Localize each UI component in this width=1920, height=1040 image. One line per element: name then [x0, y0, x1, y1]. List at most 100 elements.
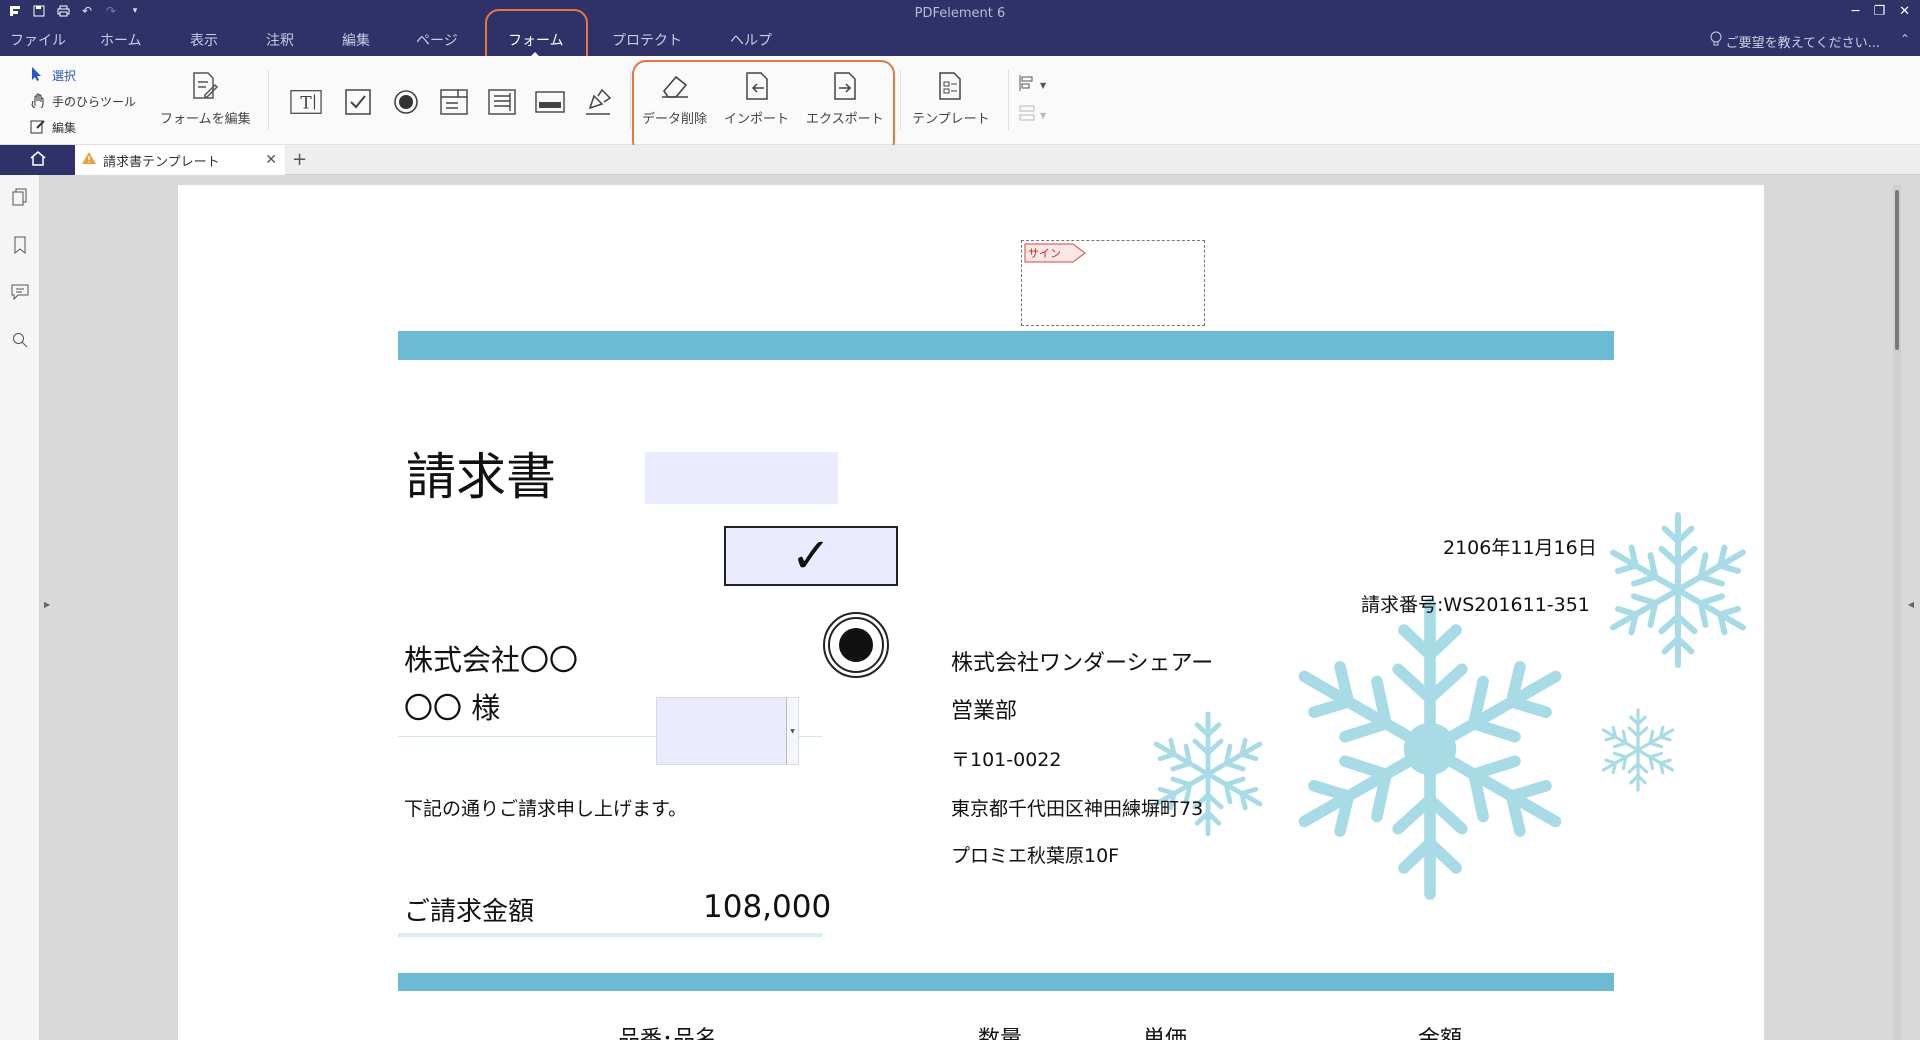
clear-data-label: データ削除	[642, 112, 708, 127]
distribute-icon	[1018, 104, 1036, 126]
menu-comment[interactable]: 注釈	[266, 30, 294, 56]
menu-edit[interactable]: 編集	[342, 30, 370, 56]
combo-box-field[interactable]: ▼	[656, 697, 799, 765]
select-tool[interactable]: 選択	[30, 66, 76, 85]
minimize-icon[interactable]: ─	[1852, 4, 1860, 19]
combo-box-icon[interactable]	[438, 86, 470, 118]
amount-value: 108,000	[703, 889, 832, 925]
text-field-icon[interactable]: T	[290, 86, 322, 118]
lightbulb-icon	[1710, 31, 1722, 51]
amount-label: ご請求金額	[404, 897, 535, 927]
button-field-icon[interactable]	[534, 86, 566, 118]
comment-icon[interactable]	[10, 282, 30, 302]
close-window-icon[interactable]: ✕	[1899, 4, 1910, 19]
scrollbar-thumb[interactable]	[1895, 190, 1899, 350]
issuer-address-line1: 東京都千代田区神田練塀町73	[951, 798, 1204, 820]
top-band	[398, 331, 1614, 360]
document-tab-strip: 請求書テンプレート ✕ +	[0, 145, 1920, 175]
import-label: インポート	[724, 112, 790, 127]
export-label: エクスポート	[806, 112, 884, 127]
radio-dot	[839, 628, 873, 662]
combo-arrow-icon[interactable]: ▼	[786, 698, 798, 764]
radio-field[interactable]	[823, 612, 889, 678]
template-button[interactable]: テンプレート	[912, 70, 990, 127]
thumbnails-icon[interactable]	[10, 187, 30, 207]
document-page: サイン 請求書 ✓ 2106年11月16日 請求番号:WS201611-351 …	[178, 185, 1764, 1040]
select-tool-label: 選択	[52, 69, 77, 83]
template-label: テンプレート	[912, 112, 990, 127]
home-icon	[29, 150, 47, 170]
issuer-postal-code: 〒101-0022	[951, 749, 1062, 771]
menu-help[interactable]: ヘルプ	[730, 30, 772, 56]
close-tab-icon[interactable]: ✕	[265, 152, 277, 168]
signature-field-icon[interactable]	[582, 86, 614, 118]
svg-text:T: T	[300, 93, 312, 113]
issuer-address-line2: プロミエ秋葉原10F	[951, 845, 1120, 867]
menu-protect[interactable]: プロテクト	[612, 30, 682, 56]
intro-text: 下記の通りご請求申し上げます。	[404, 798, 688, 820]
menu-page[interactable]: ページ	[416, 30, 458, 56]
menu-file[interactable]: ファイル	[10, 30, 66, 56]
title-text-field[interactable]	[645, 452, 838, 504]
table-header-unit-price: 単価	[1143, 1027, 1188, 1040]
restore-icon[interactable]: ❐	[1873, 4, 1885, 19]
expand-right-panel-icon[interactable]: ◀	[1908, 600, 1914, 609]
sign-tag: サイン	[1024, 243, 1088, 267]
ribbon-separator	[630, 70, 631, 130]
list-box-icon[interactable]	[486, 86, 518, 118]
clear-data-button[interactable]: データ削除	[642, 70, 707, 127]
edit-tool[interactable]: 編集	[30, 118, 76, 137]
radio-button-icon[interactable]	[390, 86, 422, 118]
table-header-quantity: 数量	[978, 1027, 1023, 1040]
left-sidebar	[0, 175, 40, 1040]
import-button[interactable]: インポート	[724, 70, 789, 127]
client-name: 〇〇 様	[404, 691, 501, 725]
hand-tool-label: 手のひらツール	[52, 95, 137, 109]
hand-tool[interactable]: 手のひらツール	[30, 92, 136, 111]
invoice-date: 2106年11月16日	[1443, 537, 1597, 559]
edit-tool-label: 編集	[52, 121, 77, 135]
issuer-department: 営業部	[951, 699, 1018, 724]
ribbon: 選択 手のひらツール 編集 フォームを編集 T データ削除 インポート エクスポ…	[0, 56, 1920, 145]
distribute-dropdown: ▼	[1018, 104, 1046, 126]
menu-home[interactable]: ホーム	[100, 30, 142, 56]
export-button[interactable]: エクスポート	[806, 70, 884, 127]
checkbox-icon[interactable]	[342, 86, 374, 118]
edit-form-button[interactable]: フォームを編集	[160, 70, 251, 127]
issuer-company: 株式会社ワンダーシェアー	[951, 651, 1214, 676]
title-bar: ↶ ↷ ▾ PDFelement 6 ─ ❐ ✕ ファイル ホーム 表示 注釈 …	[0, 0, 1920, 56]
eraser-icon	[659, 70, 691, 102]
bookmark-icon[interactable]	[10, 235, 30, 255]
amount-underline	[398, 933, 822, 937]
edit-form-icon	[189, 70, 221, 102]
window-controls: ─ ❐ ✕	[1852, 4, 1910, 19]
table-header-band	[398, 973, 1614, 991]
collapse-ribbon-icon[interactable]: ⌃	[1900, 32, 1910, 46]
edit-pencil-icon	[30, 118, 46, 137]
table-header-amount: 金額	[1418, 1027, 1463, 1040]
checkmark-icon: ✓	[790, 528, 832, 584]
align-dropdown[interactable]: ▼	[1018, 74, 1046, 96]
help-prompt-text: ご要望を教えてください...	[1725, 35, 1880, 51]
invoice-number: 請求番号:WS201611-351	[1361, 594, 1590, 616]
home-tab[interactable]	[0, 145, 75, 175]
menu-view[interactable]: 表示	[190, 30, 218, 56]
app-title: PDFelement 6	[914, 6, 1006, 21]
add-tab-icon[interactable]: +	[292, 149, 307, 170]
warning-icon	[81, 151, 97, 169]
invoice-title: 請求書	[406, 448, 556, 506]
help-prompt[interactable]: ご要望を教えてください...	[1710, 31, 1880, 51]
document-tab[interactable]: 請求書テンプレート ✕	[75, 145, 285, 175]
radio-ring	[828, 617, 884, 673]
checkbox-field[interactable]: ✓	[724, 526, 898, 586]
import-icon	[741, 70, 773, 102]
template-icon	[935, 70, 967, 102]
expand-left-panel-icon[interactable]: ▶	[44, 600, 50, 609]
ribbon-separator	[268, 70, 269, 130]
ribbon-separator	[900, 70, 901, 130]
document-tab-title: 請求書テンプレート	[103, 154, 220, 170]
hand-icon	[30, 92, 46, 111]
client-company: 株式会社〇〇	[404, 643, 579, 677]
signature-field[interactable]: サイン	[1021, 240, 1205, 326]
search-icon[interactable]	[10, 330, 30, 350]
